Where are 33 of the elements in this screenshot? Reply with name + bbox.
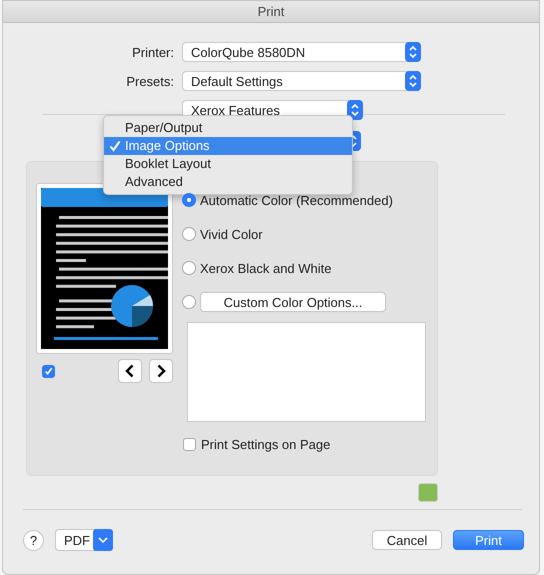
caret-icon: [93, 529, 113, 551]
previous-button[interactable]: [118, 359, 142, 383]
radio-button[interactable]: [182, 193, 196, 207]
next-button[interactable]: [149, 359, 173, 383]
checkbox[interactable]: [183, 438, 196, 450]
radio-button[interactable]: [182, 295, 196, 309]
option-label: Xerox Black and White: [200, 260, 332, 276]
stepper-icon: [405, 42, 421, 62]
custom-color-button[interactable]: Custom Color Options...: [200, 292, 386, 312]
menu-item[interactable]: Booklet Layout: [104, 155, 352, 173]
window-title: Print: [258, 4, 284, 19]
checkmark-icon: [109, 140, 121, 152]
menu-item[interactable]: Image Options: [104, 137, 352, 155]
menu-item[interactable]: Advanced: [104, 173, 352, 191]
radio-button[interactable]: [182, 227, 196, 241]
radio-button[interactable]: [182, 261, 196, 275]
menu-item[interactable]: Paper/Output: [104, 119, 352, 137]
chevron-right-icon: [155, 364, 167, 378]
checkbox-label: Print Settings on Page: [201, 436, 330, 452]
status-swatch: [418, 483, 438, 502]
pdf-menu-button[interactable]: PDF: [55, 529, 113, 551]
stepper-icon: [347, 100, 363, 120]
presets-popup[interactable]: Default Settings: [182, 71, 421, 91]
stepper-icon: [405, 71, 421, 91]
field-label: Printer:: [131, 44, 174, 60]
checkbox[interactable]: [42, 364, 55, 378]
help-button[interactable]: ?: [23, 530, 44, 550]
field-label: Presets:: [125, 74, 174, 88]
option-label: Automatic Color (Recommended): [200, 192, 393, 208]
chevron-left-icon: [124, 364, 136, 378]
cancel-button[interactable]: Cancel: [372, 530, 442, 550]
option-label: Vivid Color: [200, 226, 263, 242]
printer-popup[interactable]: ColorQube 8580DN: [182, 42, 421, 62]
